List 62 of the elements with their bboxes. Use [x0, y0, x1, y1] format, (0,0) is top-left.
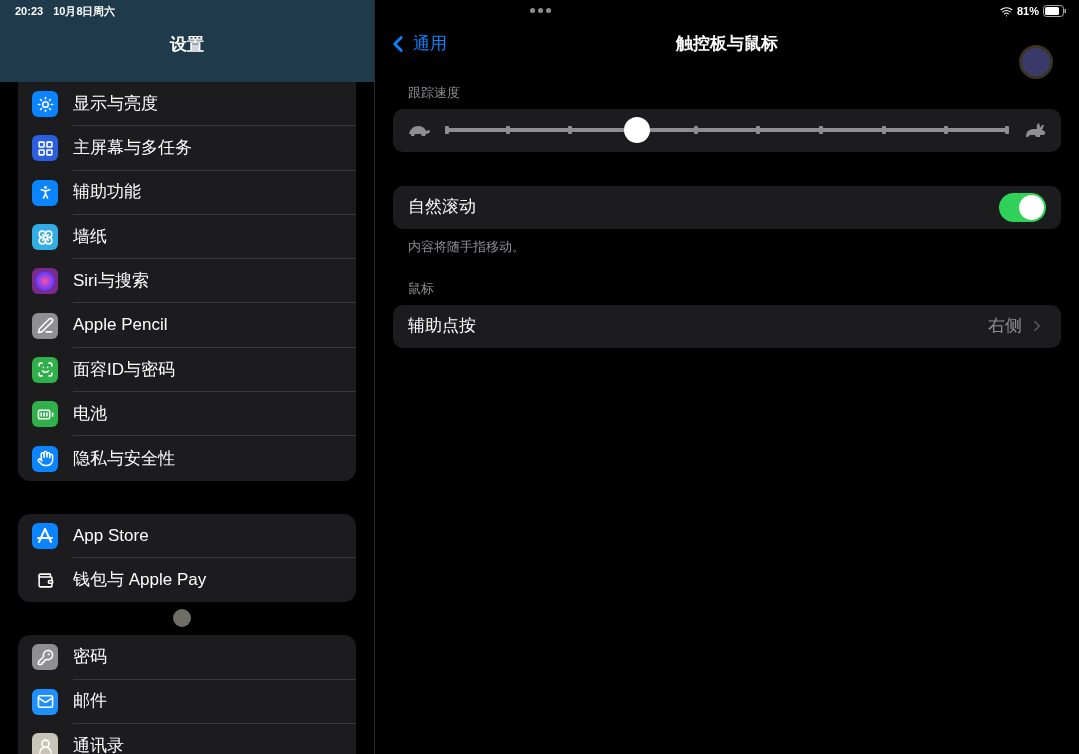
settings-row[interactable]: 主屏幕与多任务: [18, 126, 356, 171]
row-value: 右侧: [988, 315, 1022, 338]
settings-row[interactable]: 墙纸: [18, 214, 356, 260]
page-title: 触控板与鼠标: [676, 33, 778, 56]
rabbit-icon: [1023, 122, 1047, 138]
settings-label: 面容ID与密码: [73, 347, 356, 393]
settings-label: 辅助功能: [73, 170, 356, 215]
settings-label: 显示与亮度: [73, 82, 356, 127]
settings-label: 电池: [73, 392, 356, 437]
settings-label: Siri与搜索: [73, 259, 356, 304]
settings-label: 隐私与安全性: [73, 447, 176, 470]
settings-row[interactable]: 辅助功能: [18, 170, 356, 215]
settings-row[interactable]: 密码: [18, 635, 356, 680]
pencil-icon: [32, 312, 58, 339]
accessibility-icon: [32, 179, 58, 206]
section-header: 鼠标: [407, 280, 435, 298]
settings-label: App Store: [73, 513, 356, 558]
battery-percent: 81%: [1016, 3, 1039, 19]
settings-row[interactable]: App Store: [18, 513, 356, 558]
slider-track[interactable]: [445, 117, 1009, 143]
settings-row[interactable]: 钱包与 Apple Pay: [18, 557, 356, 603]
settings-row[interactable]: 显示与亮度: [18, 82, 356, 127]
settings-label: 钱包与 Apple Pay: [73, 569, 208, 592]
mail-icon: [32, 688, 58, 715]
settings-row[interactable]: Apple Pencil: [18, 303, 356, 348]
battery-icon: [1043, 5, 1067, 17]
app-store-icon: [32, 522, 58, 549]
brightness-icon: [32, 91, 58, 118]
settings-label: Apple Pencil: [73, 303, 356, 348]
row-label: 自然滚动: [408, 196, 477, 219]
back-button[interactable]: 通用: [385, 31, 447, 57]
toggle-switch[interactable]: [999, 192, 1046, 222]
row-label: 辅助点按: [408, 315, 477, 338]
face-icon: [32, 356, 58, 383]
settings-row[interactable]: 邮件: [18, 679, 356, 724]
settings-row[interactable]: 辅助点按 右侧: [393, 304, 1061, 348]
status-date: 10月8日周六: [53, 4, 116, 19]
key-icon: [32, 644, 58, 671]
grid-icon: [32, 135, 58, 162]
flower-icon: [32, 224, 58, 251]
settings-label: 邮件: [73, 679, 356, 724]
contacts-icon: [32, 733, 58, 754]
hand-icon: [32, 445, 58, 472]
wifi-icon: [999, 4, 1013, 18]
settings-row[interactable]: 面容ID与密码: [18, 347, 356, 393]
settings-row[interactable]: 通讯录: [18, 723, 356, 754]
settings-row[interactable]: Siri与搜索: [18, 259, 356, 304]
section-header: 跟踪速度: [407, 84, 461, 102]
multitask-dots-icon: [530, 8, 551, 13]
battery-icon: [32, 401, 58, 428]
settings-label: 密码: [73, 635, 356, 680]
status-time: 20:23: [15, 4, 44, 19]
settings-label: 墙纸: [73, 214, 356, 260]
sidebar-title: 设置: [170, 33, 204, 56]
settings-label: 主屏幕与多任务: [73, 126, 356, 171]
settings-row[interactable]: 电池: [18, 392, 356, 437]
settings-label: 通讯录: [73, 735, 125, 754]
slider-thumb[interactable]: [624, 117, 651, 143]
siri-icon: [32, 268, 58, 295]
settings-row[interactable]: 隐私与安全性: [18, 436, 356, 481]
turtle-icon: [407, 123, 431, 137]
section-footer: 内容将随手指移动。: [393, 228, 1061, 256]
